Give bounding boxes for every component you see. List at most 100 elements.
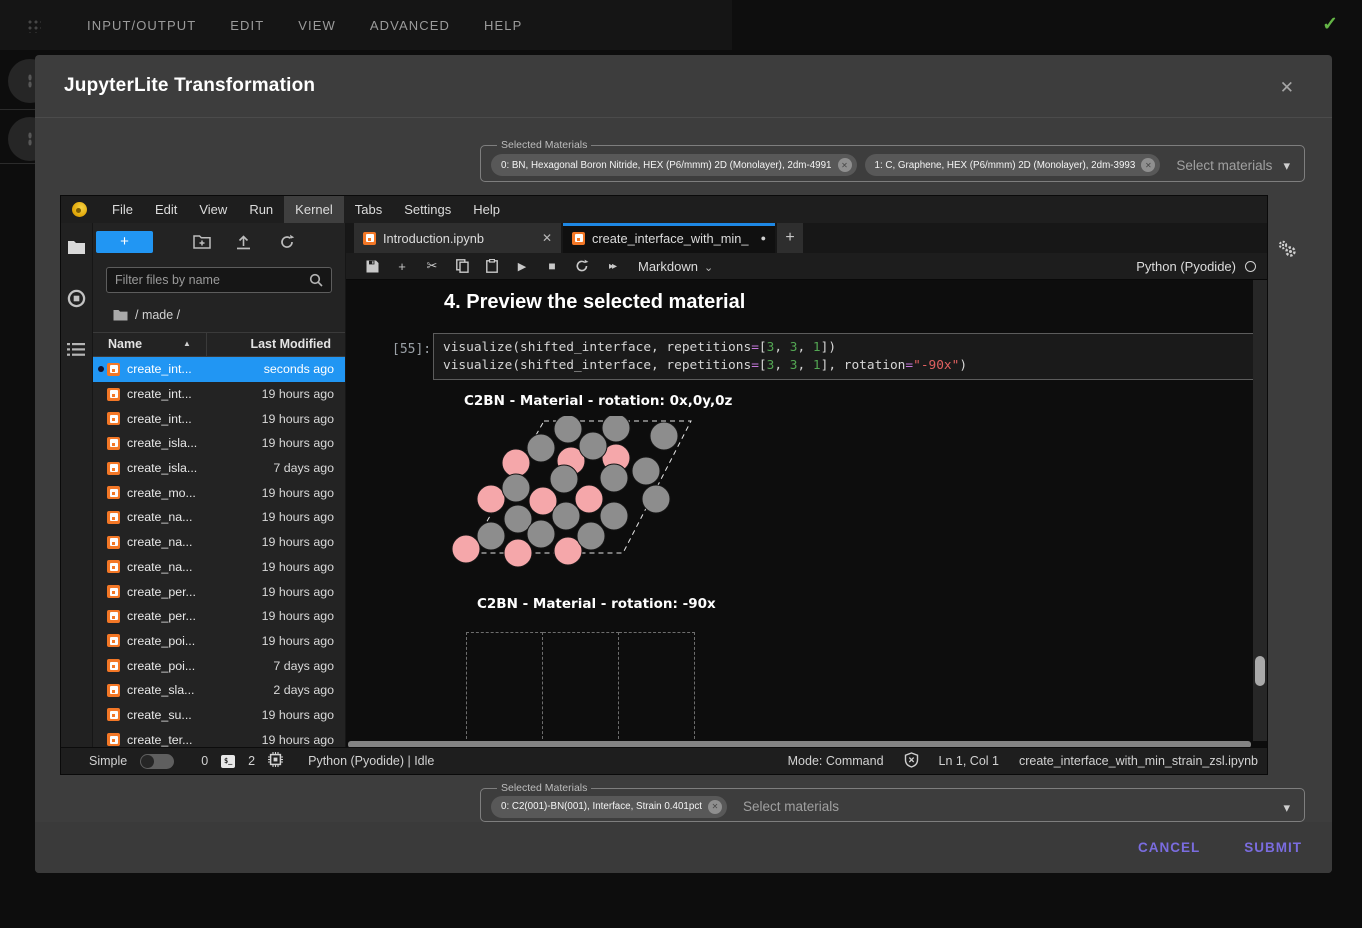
interrupt-kernel-icon[interactable]: ■ (544, 259, 560, 273)
kernel-status-text[interactable]: Python (Pyodide) | Idle (308, 754, 434, 768)
column-name[interactable]: Name (108, 337, 142, 351)
jupyter-menu-item[interactable]: Settings (393, 196, 462, 223)
settings-gears-icon[interactable] (1276, 239, 1298, 264)
file-modified: 19 hours ago (262, 510, 334, 524)
file-row[interactable]: create_mo...19 hours ago (93, 480, 345, 505)
top-menu-item[interactable]: ADVANCED (370, 18, 450, 33)
notebook-mode[interactable]: Mode: Command (788, 754, 884, 768)
file-row[interactable]: create_int...seconds ago (93, 357, 345, 382)
column-last-modified[interactable]: Last Modified (250, 337, 331, 351)
running-sessions-icon[interactable] (67, 289, 86, 308)
file-row[interactable]: create_per...19 hours ago (93, 579, 345, 604)
crystal-structure-plot (441, 416, 711, 576)
insert-cell-icon[interactable]: + (394, 259, 410, 274)
file-browser-tab-icon[interactable] (67, 239, 86, 255)
top-menu-item[interactable]: INPUT/OUTPUT (87, 18, 196, 33)
jupyter-menu-item[interactable]: View (188, 196, 238, 223)
chip-remove-icon[interactable]: ✕ (708, 800, 722, 814)
notebook-file-icon (107, 684, 120, 697)
jupyter-menu-item[interactable]: Help (462, 196, 511, 223)
chevron-down-icon[interactable]: ▾ (1283, 800, 1290, 816)
material-chip[interactable]: 1: C, Graphene, HEX (P6/mmm) 2D (Monolay… (865, 154, 1161, 176)
file-row[interactable]: create_na...19 hours ago (93, 530, 345, 555)
submit-button[interactable]: SUBMIT (1244, 840, 1302, 855)
kebab-dots-icon (28, 132, 32, 146)
trust-shield-icon[interactable] (904, 752, 919, 771)
jupyter-menu-item[interactable]: Run (238, 196, 284, 223)
kernel-name[interactable]: Python (Pyodide) (1136, 259, 1236, 274)
file-row[interactable]: create_poi...19 hours ago (93, 629, 345, 654)
file-row[interactable]: create_poi...7 days ago (93, 653, 345, 678)
tab-label: Introduction.ipynb (383, 231, 536, 246)
top-menu-item[interactable]: HELP (484, 18, 522, 33)
kernel-chip-icon[interactable] (268, 752, 283, 770)
upload-icon[interactable] (236, 234, 251, 255)
tab-label: create_interface_with_min_ (592, 231, 757, 246)
chip-remove-icon[interactable]: ✕ (1141, 158, 1155, 172)
jupyter-menu-item[interactable]: Kernel (284, 196, 344, 223)
tab-close-icon[interactable]: ✕ (542, 231, 552, 245)
notebook-tab[interactable]: create_interface_with_min_● (563, 223, 775, 253)
cancel-button[interactable]: CANCEL (1138, 840, 1200, 855)
notebook-file-icon (107, 363, 120, 376)
input-materials-select[interactable]: Selected Materials 0: BN, Hexagonal Boro… (480, 139, 1305, 182)
file-modified: 19 hours ago (262, 609, 334, 623)
file-row[interactable]: create_su...19 hours ago (93, 703, 345, 728)
table-of-contents-icon[interactable] (67, 342, 86, 357)
code-cell[interactable]: visualize(shifted_interface, repetitions… (433, 333, 1254, 380)
output-materials-select[interactable]: Selected Materials 0: C2(001)-BN(001), I… (480, 782, 1305, 822)
file-name: create_isla... (127, 461, 197, 475)
file-browser-panel: + / made (93, 223, 346, 749)
jupyter-menu-item[interactable]: Tabs (344, 196, 393, 223)
input-material-chips: 0: BN, Hexagonal Boron Nitride, HEX (P6/… (491, 154, 1160, 176)
cut-cells-icon[interactable]: ✂ (424, 258, 440, 274)
atom-pink (575, 485, 603, 513)
new-folder-icon[interactable] (193, 234, 211, 254)
material-chip[interactable]: 0: C2(001)-BN(001), Interface, Strain 0.… (491, 796, 727, 818)
file-modified: 7 days ago (273, 659, 334, 673)
jupyter-menu-item[interactable]: Edit (144, 196, 188, 223)
scrollbar-thumb[interactable] (1255, 656, 1265, 686)
restart-run-all-icon[interactable]: ▸▸ (604, 261, 620, 272)
file-row[interactable]: create_sla...2 days ago (93, 678, 345, 703)
refresh-icon[interactable] (279, 234, 295, 255)
file-row[interactable]: create_per...19 hours ago (93, 604, 345, 629)
file-row[interactable]: create_isla...7 days ago (93, 456, 345, 481)
notebook-file-icon (107, 560, 120, 573)
simple-mode-toggle[interactable] (140, 754, 174, 769)
breadcrumb[interactable]: / made / (113, 308, 180, 322)
chevron-down-icon[interactable]: ▾ (1283, 158, 1290, 174)
top-menu-item[interactable]: VIEW (298, 18, 336, 33)
jupyterlite-app: FileEditViewRunKernelTabsSettingsHelp (60, 195, 1268, 775)
terminal-icon[interactable]: $_ (221, 755, 235, 768)
notebook-file-icon (107, 659, 120, 672)
plot1-title: C2BN - Material - rotation: 0x,0y,0z (464, 393, 732, 409)
paste-cells-icon[interactable] (484, 259, 500, 273)
new-tab-button[interactable]: + (777, 223, 803, 253)
apps-grid-icon[interactable] (26, 18, 41, 33)
file-row[interactable]: create_na...19 hours ago (93, 555, 345, 580)
cell-type-select[interactable]: Markdown⌄ (638, 259, 713, 274)
open-file-dot (98, 366, 104, 372)
dialog-close-icon[interactable]: ✕ (1280, 78, 1294, 98)
file-filter-input[interactable] (107, 273, 309, 287)
file-row[interactable]: create_isla...19 hours ago (93, 431, 345, 456)
vertical-scrollbar[interactable] (1253, 280, 1267, 741)
restart-kernel-icon[interactable] (574, 259, 590, 273)
kernel-status-icon[interactable] (1245, 261, 1256, 272)
new-launcher-button[interactable]: + (96, 231, 153, 253)
file-row[interactable]: create_na...19 hours ago (93, 505, 345, 530)
copy-cells-icon[interactable] (454, 259, 470, 273)
file-row[interactable]: create_ter...19 hours ago (93, 727, 345, 749)
file-row[interactable]: create_int...19 hours ago (93, 382, 345, 407)
jupyter-menu-item[interactable]: File (101, 196, 144, 223)
top-menu-item[interactable]: EDIT (230, 18, 264, 33)
material-chip[interactable]: 0: BN, Hexagonal Boron Nitride, HEX (P6/… (491, 154, 857, 176)
cursor-position[interactable]: Ln 1, Col 1 (939, 754, 999, 768)
file-row[interactable]: create_int...19 hours ago (93, 406, 345, 431)
run-cell-icon[interactable]: ▶ (514, 260, 530, 273)
markdown-heading[interactable]: 4. Preview the selected material (444, 291, 745, 314)
save-icon[interactable] (364, 260, 380, 273)
chip-remove-icon[interactable]: ✕ (838, 158, 852, 172)
notebook-tab[interactable]: Introduction.ipynb ✕ (354, 223, 561, 253)
